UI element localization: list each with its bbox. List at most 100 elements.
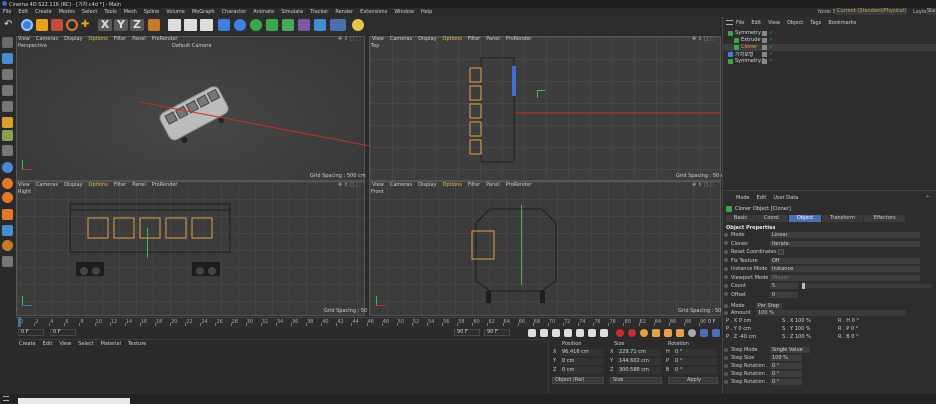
enable-check-icon[interactable]: ✓ [769, 44, 773, 50]
viewport-menu-options[interactable]: Options [443, 182, 462, 188]
play-button[interactable] [564, 329, 572, 337]
material-menu-material[interactable]: Material [101, 341, 121, 347]
material-menu-edit[interactable]: Edit [43, 341, 53, 347]
object-name[interactable]: 기차모형 [735, 51, 753, 58]
snap-icon[interactable] [2, 178, 13, 189]
node-space-dropdown[interactable]: Current (Standard/Physical) [835, 8, 907, 15]
workplane-icon[interactable] [2, 192, 13, 203]
object-name[interactable]: Symmetry [735, 30, 761, 36]
coord-rotation-field[interactable]: 0 ° [673, 349, 717, 356]
animation-dot-icon[interactable] [724, 283, 728, 288]
coord-size-field[interactable]: 144.602 cm [617, 358, 661, 365]
material-menu-create[interactable]: Create [19, 341, 36, 347]
viewport-menu-view[interactable]: View [18, 182, 30, 188]
prev-frame-button[interactable] [552, 329, 560, 337]
viewport-menu-view[interactable]: View [18, 36, 30, 42]
start-frame-field[interactable]: 0 F [18, 329, 44, 336]
viewport-menu-filter[interactable]: Filter [114, 36, 126, 42]
menu-help[interactable]: Help [421, 9, 432, 15]
field-icon[interactable] [298, 19, 310, 31]
object-menu-view[interactable]: View [768, 20, 780, 26]
menu-modes[interactable]: Modes [59, 9, 75, 15]
attribute-value[interactable]: Iterate [770, 240, 920, 247]
object-menu-object[interactable]: Object [787, 20, 803, 26]
reset-coordinates-checkbox[interactable] [778, 249, 784, 255]
model-mode-icon[interactable] [2, 53, 13, 64]
render-view-icon[interactable] [168, 19, 181, 31]
preview-end-field[interactable]: 90 F [454, 329, 480, 336]
coord-size-select[interactable]: Size [610, 377, 662, 384]
viewport-menu-display[interactable]: Display [418, 36, 436, 42]
viewport-menu-options[interactable]: Options [89, 182, 108, 188]
attribute-value[interactable]: 5 [770, 283, 798, 289]
object-row[interactable]: Cloner ✓ [722, 44, 936, 51]
coord-rotation-field[interactable]: 0 ° [673, 358, 717, 365]
tab-transform[interactable]: Transform [822, 215, 863, 222]
enable-check-icon[interactable]: ✓ [769, 58, 773, 64]
object-menu-file[interactable]: File [736, 20, 744, 26]
object-menu-bookmarks[interactable]: Bookmarks [828, 20, 856, 26]
object-menu-edit[interactable]: Edit [751, 20, 761, 26]
object-row[interactable]: Symmetry ✓ [722, 30, 936, 37]
menu-extensions[interactable]: Extensions [360, 9, 387, 15]
go-to-start-button[interactable] [528, 329, 536, 337]
viewport-menu-filter[interactable]: Filter [468, 36, 480, 42]
menu-character[interactable]: Character [222, 9, 247, 15]
viewport-menu-display[interactable]: Display [418, 182, 436, 188]
viewport-nav-icons-front[interactable]: ✥ ⇕ ▢ ⬚ [692, 182, 715, 188]
viewport-menu-filter[interactable]: Filter [468, 182, 480, 188]
step-value[interactable]: 0 ° [770, 363, 802, 369]
axis-z-button[interactable]: Z [130, 19, 144, 31]
layout-dropdown[interactable]: Sta [927, 8, 936, 15]
menu-tracker[interactable]: Tracker [310, 9, 328, 15]
tab-effectors[interactable]: Effectors [864, 215, 905, 222]
key-scale-button[interactable] [664, 329, 672, 337]
viewport-menu-display[interactable]: Display [64, 182, 82, 188]
coord-size-field[interactable]: 300.588 cm [617, 367, 661, 374]
attribute-value[interactable]: Object [770, 274, 920, 281]
coord-position-field[interactable]: 96.416 cm [560, 349, 604, 356]
enable-check-icon[interactable]: ✓ [769, 30, 773, 36]
animation-dot-icon[interactable] [724, 232, 728, 237]
record-button[interactable] [616, 329, 624, 337]
attribute-menu-mode[interactable]: Mode [736, 195, 750, 201]
menu-animate[interactable]: Animate [253, 9, 274, 15]
animation-dot-icon[interactable] [724, 371, 728, 376]
texture-mode-icon[interactable] [2, 69, 13, 80]
prev-key-button[interactable] [540, 329, 548, 337]
viewport-menu-cameras[interactable]: Cameras [36, 182, 58, 188]
preview-start-field[interactable]: 0 F [50, 329, 76, 336]
cube-icon[interactable] [218, 19, 230, 31]
menu-window[interactable]: Window [394, 9, 414, 15]
transform-s-field[interactable]: S . Y 100 % [782, 326, 834, 332]
viewport-menu-options[interactable]: Options [89, 36, 108, 42]
camera-icon[interactable] [330, 19, 346, 31]
attribute-value[interactable]: Instance [770, 266, 920, 272]
rotate-icon[interactable] [66, 19, 78, 31]
object-name[interactable]: Extrude [741, 37, 761, 43]
cloner-icon[interactable] [266, 19, 278, 31]
next-key-button[interactable] [588, 329, 596, 337]
spline-pen-icon[interactable] [234, 19, 246, 31]
subdivision-icon[interactable] [250, 19, 262, 31]
tab-coord[interactable]: Coord. [756, 215, 788, 222]
visibility-dots-icon[interactable] [762, 45, 767, 50]
light-icon[interactable] [352, 19, 364, 31]
edges-mode-icon[interactable] [2, 101, 13, 112]
count-slider[interactable] [802, 284, 932, 288]
enable-check-icon[interactable]: ✓ [769, 37, 773, 43]
timeline-layout-button[interactable] [712, 329, 720, 337]
render-picture-viewer-icon[interactable] [184, 19, 197, 31]
animation-dot-icon[interactable] [724, 266, 728, 271]
menu-select[interactable]: Select [82, 9, 97, 15]
step-value[interactable]: 0 ° [770, 379, 802, 385]
viewport-menu-panel[interactable]: Panel [486, 36, 500, 42]
transform-r-field[interactable]: R . H 0 ° [838, 318, 890, 324]
key-position-button[interactable] [652, 329, 660, 337]
coordinate-system-icon[interactable] [148, 19, 160, 31]
coord-position-field[interactable]: 0 cm [560, 367, 604, 374]
viewport-nav-icons-top[interactable]: ✥ ⇕ ▢ ⬚ [692, 36, 715, 42]
menu-render[interactable]: Render [335, 9, 353, 15]
tweak-mode-icon[interactable] [2, 145, 13, 156]
animation-dot-icon[interactable] [724, 249, 728, 254]
